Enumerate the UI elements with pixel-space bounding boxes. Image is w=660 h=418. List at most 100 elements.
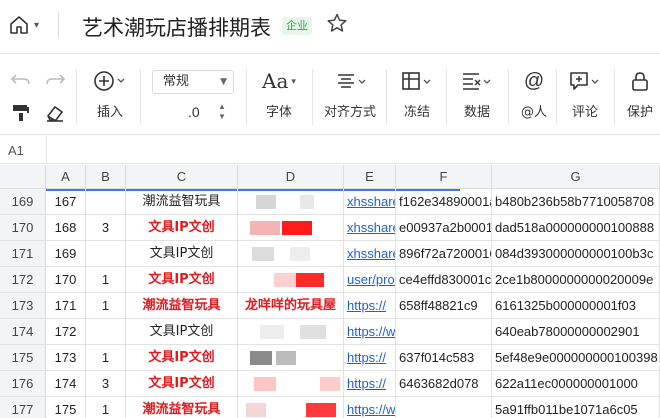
column-header-c[interactable]: C: [126, 165, 238, 189]
cell-g[interactable]: 5a91ffb011be1071a6c05: [492, 397, 660, 418]
row-header[interactable]: 171: [0, 241, 46, 267]
cell-a[interactable]: 172: [46, 319, 86, 345]
cell-b[interactable]: [86, 241, 126, 267]
cell-a[interactable]: 167: [46, 189, 86, 215]
cell-a[interactable]: 175: [46, 397, 86, 418]
cell-g[interactable]: dad518a000000000100888: [492, 215, 660, 241]
row-header[interactable]: 175: [0, 345, 46, 371]
format-painter-icon[interactable]: [10, 103, 32, 123]
cell-reference[interactable]: A1: [8, 143, 24, 158]
home-dropdown-icon[interactable]: ▾: [34, 20, 39, 31]
row-header[interactable]: 170: [0, 215, 46, 241]
cell-a[interactable]: 168: [46, 215, 86, 241]
cell-a[interactable]: 170: [46, 267, 86, 293]
redacted-block: [290, 247, 310, 261]
column-header-f[interactable]: F: [396, 165, 492, 189]
cell-e[interactable]: xhsshare: [344, 189, 396, 215]
cell-b[interactable]: 1: [86, 293, 126, 319]
cell-g[interactable]: 5ef48e9e000000000100398: [492, 345, 660, 371]
cell-e[interactable]: https://www.xiaohong: [344, 319, 396, 345]
cell-e[interactable]: xhsshare: [344, 241, 396, 267]
cell-g[interactable]: 2ce1b8000000000020009e: [492, 267, 660, 293]
cell-f[interactable]: f162e34890001a: [396, 189, 492, 215]
cell-f[interactable]: 637f014c583: [396, 345, 492, 371]
cell-a[interactable]: 171: [46, 293, 86, 319]
mention-button[interactable]: @ @人: [516, 67, 552, 121]
protect-button[interactable]: 保护: [622, 67, 658, 120]
cell-e[interactable]: user/profi: [344, 267, 396, 293]
cell-d[interactable]: [238, 319, 344, 345]
home-icon[interactable]: [8, 14, 30, 36]
insert-button[interactable]: 插入: [90, 67, 130, 120]
cell-g[interactable]: 622a11ec000000001000: [492, 371, 660, 397]
cell-b[interactable]: 1: [86, 267, 126, 293]
select-all-corner[interactable]: [0, 165, 46, 189]
align-button[interactable]: 对齐方式: [320, 67, 380, 120]
cell-c[interactable]: 文具IP文创: [126, 267, 238, 293]
row-header[interactable]: 174: [0, 319, 46, 345]
redacted-block: [306, 403, 336, 417]
font-label: 字体: [265, 105, 292, 120]
column-header-a[interactable]: A: [46, 165, 86, 189]
comment-button[interactable]: 评论: [562, 67, 608, 120]
cell-e[interactable]: https://: [344, 345, 396, 371]
redo-icon[interactable]: [44, 71, 66, 89]
cell-c[interactable]: 潮流益智玩具: [126, 397, 238, 418]
document-title[interactable]: 艺术潮玩店播排期表: [82, 12, 271, 42]
cell-c[interactable]: 文具IP文创: [126, 319, 238, 345]
number-format-select[interactable]: 常规 ▼: [152, 70, 234, 94]
decimal-stepper[interactable]: ▲ ▼: [218, 102, 226, 122]
cell-f[interactable]: 658ff48821c9: [396, 293, 492, 319]
eraser-icon[interactable]: [44, 103, 66, 123]
cell-c[interactable]: 潮流益智玩具: [126, 293, 238, 319]
cell-a[interactable]: 169: [46, 241, 86, 267]
cell-f[interactable]: ce4effd830001c: [396, 267, 492, 293]
row-header[interactable]: 173: [0, 293, 46, 319]
cell-e[interactable]: xhsshare: [344, 215, 396, 241]
mention-label: @人: [520, 105, 547, 120]
row-header[interactable]: 172: [0, 267, 46, 293]
cell-c[interactable]: 文具IP文创: [126, 241, 238, 267]
column-header-d[interactable]: D: [238, 165, 344, 189]
cell-e[interactable]: https://www.xiaohong: [344, 397, 396, 418]
cell-a[interactable]: 173: [46, 345, 86, 371]
cell-d[interactable]: [238, 189, 344, 215]
data-button[interactable]: 数据: [456, 67, 498, 120]
cell-g[interactable]: 6161325b000000001f03: [492, 293, 660, 319]
cell-b[interactable]: 1: [86, 345, 126, 371]
cell-e[interactable]: https://: [344, 371, 396, 397]
cell-f[interactable]: 6463682d078: [396, 371, 492, 397]
cell-b[interactable]: 1: [86, 397, 126, 418]
row-header[interactable]: 176: [0, 371, 46, 397]
cell-a[interactable]: 174: [46, 371, 86, 397]
row-header[interactable]: 177: [0, 397, 46, 418]
cell-g[interactable]: b480b236b58b7710058708: [492, 189, 660, 215]
star-icon[interactable]: [326, 12, 348, 34]
cell-f[interactable]: 896f72a7200016: [396, 241, 492, 267]
column-header-b[interactable]: B: [86, 165, 126, 189]
cell-d[interactable]: 龙咩咩的玩具屋: [238, 293, 344, 319]
cell-b[interactable]: 3: [86, 371, 126, 397]
cell-b[interactable]: [86, 319, 126, 345]
cell-c[interactable]: 文具IP文创: [126, 371, 238, 397]
cell-c[interactable]: 文具IP文创: [126, 345, 238, 371]
toolbar-divider: [140, 69, 141, 125]
cell-c[interactable]: 潮流益智玩具: [126, 189, 238, 215]
row-header[interactable]: 169: [0, 189, 46, 215]
cell-b[interactable]: [86, 189, 126, 215]
font-button[interactable]: Aa ▾ 字体: [256, 67, 302, 120]
cell-f[interactable]: [396, 319, 492, 345]
cell-f[interactable]: [396, 397, 492, 418]
insert-label: 插入: [96, 105, 123, 120]
redacted-block: [300, 325, 326, 339]
cell-g[interactable]: 084d393000000000100b3c: [492, 241, 660, 267]
cell-b[interactable]: 3: [86, 215, 126, 241]
cell-g[interactable]: 640eab78000000002901: [492, 319, 660, 345]
column-header-g[interactable]: G: [492, 165, 660, 189]
column-header-e[interactable]: E: [344, 165, 396, 189]
freeze-button[interactable]: 冻结: [396, 67, 438, 120]
cell-c[interactable]: 文具IP文创: [126, 215, 238, 241]
cell-f[interactable]: e00937a2b00015: [396, 215, 492, 241]
undo-icon[interactable]: [10, 71, 32, 89]
cell-e[interactable]: https://: [344, 293, 396, 319]
